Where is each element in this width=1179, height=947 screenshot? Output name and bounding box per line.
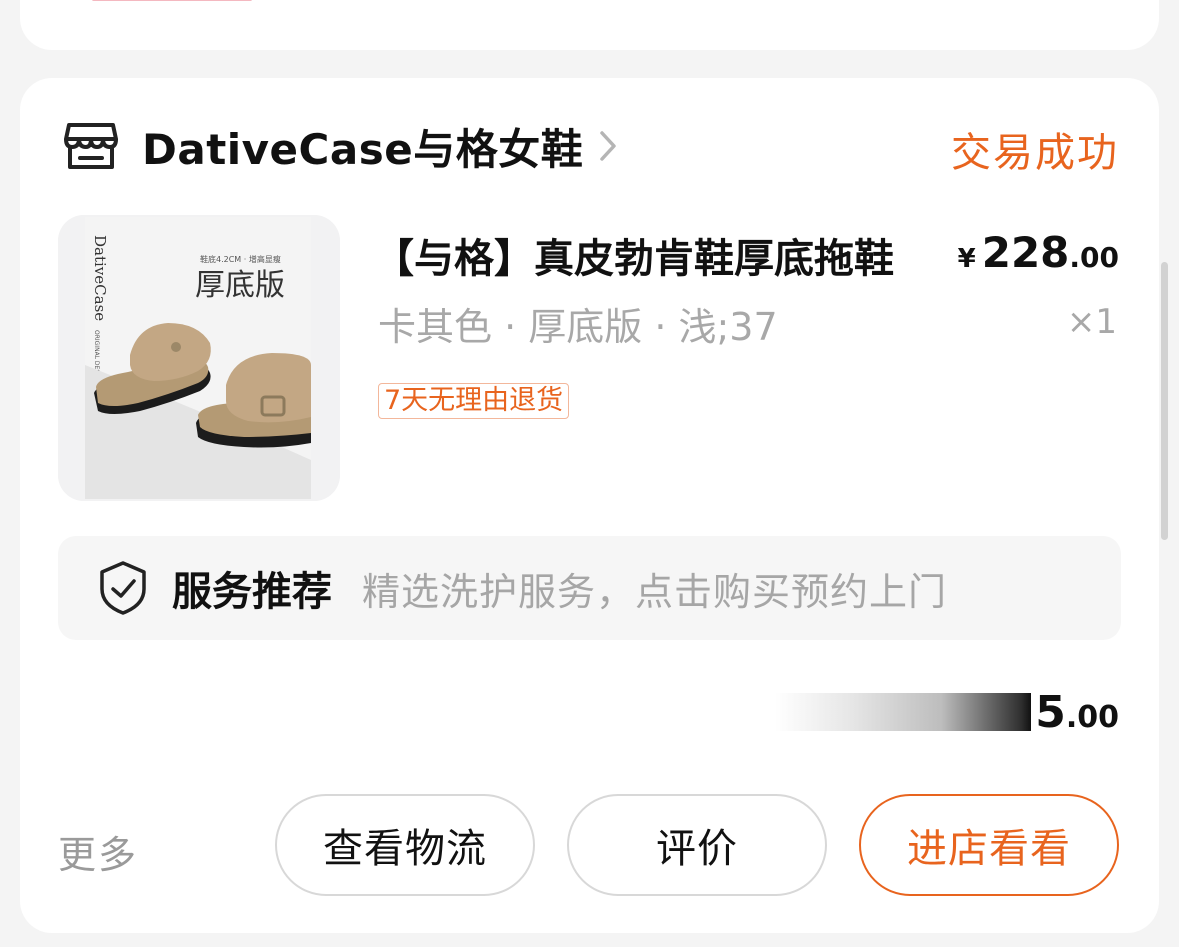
total-decimal: .00: [1065, 699, 1119, 735]
total-redacted-prefix: [775, 693, 1032, 731]
price-currency: ¥: [957, 244, 976, 274]
product-image[interactable]: DativeCase ORIGINAL DESIGN 鞋底4.2CM · 增高显…: [58, 215, 340, 501]
service-recommendation[interactable]: 服务推荐 精选洗护服务，点击购买预约上门: [58, 536, 1121, 640]
product-image-label: 厚底版: [195, 268, 285, 303]
shield-check-icon: [100, 561, 146, 615]
price-integer: 228: [981, 228, 1070, 277]
order-status: 交易成功: [951, 130, 1119, 176]
product-title[interactable]: 【与格】真皮勃肯鞋厚底拖鞋: [374, 226, 934, 284]
total-integer: 5: [1035, 686, 1066, 738]
order-card: DativeCase与格女鞋 交易成功 DativeCase ORIGINAL …: [20, 78, 1159, 933]
product-image-caption: 鞋底4.2CM · 增高显瘦: [200, 254, 281, 264]
visit-shop-button[interactable]: 进店看看: [859, 794, 1119, 896]
previous-card-accent-strip: [92, 0, 252, 1]
price-decimal: .00: [1069, 241, 1119, 274]
service-title: 服务推荐: [172, 569, 332, 615]
product-variant: 卡其色 · 厚底版 · 浅;37: [378, 305, 778, 349]
return-policy-badge: 7天无理由退货: [378, 383, 570, 419]
product-price: ¥228.00: [958, 228, 1119, 277]
product-quantity: ×1: [1066, 302, 1117, 342]
view-logistics-button[interactable]: 查看物流: [275, 794, 535, 896]
shop-name[interactable]: DativeCase与格女鞋: [142, 116, 583, 177]
product-photo: DativeCase ORIGINAL DESIGN 鞋底4.2CM · 增高显…: [58, 215, 340, 501]
chevron-right-icon: [600, 131, 616, 161]
product-image-brand: DativeCase: [91, 235, 109, 321]
previous-order-card: [20, 0, 1159, 50]
service-description: 精选洗护服务，点击购买预约上门: [362, 569, 948, 614]
shop-header[interactable]: DativeCase与格女鞋: [62, 116, 619, 176]
order-total: 5 .00: [775, 682, 1119, 742]
more-button[interactable]: 更多: [58, 824, 138, 879]
scrollbar[interactable]: [1161, 262, 1168, 540]
store-icon: [64, 123, 118, 169]
review-button[interactable]: 评价: [567, 794, 827, 896]
